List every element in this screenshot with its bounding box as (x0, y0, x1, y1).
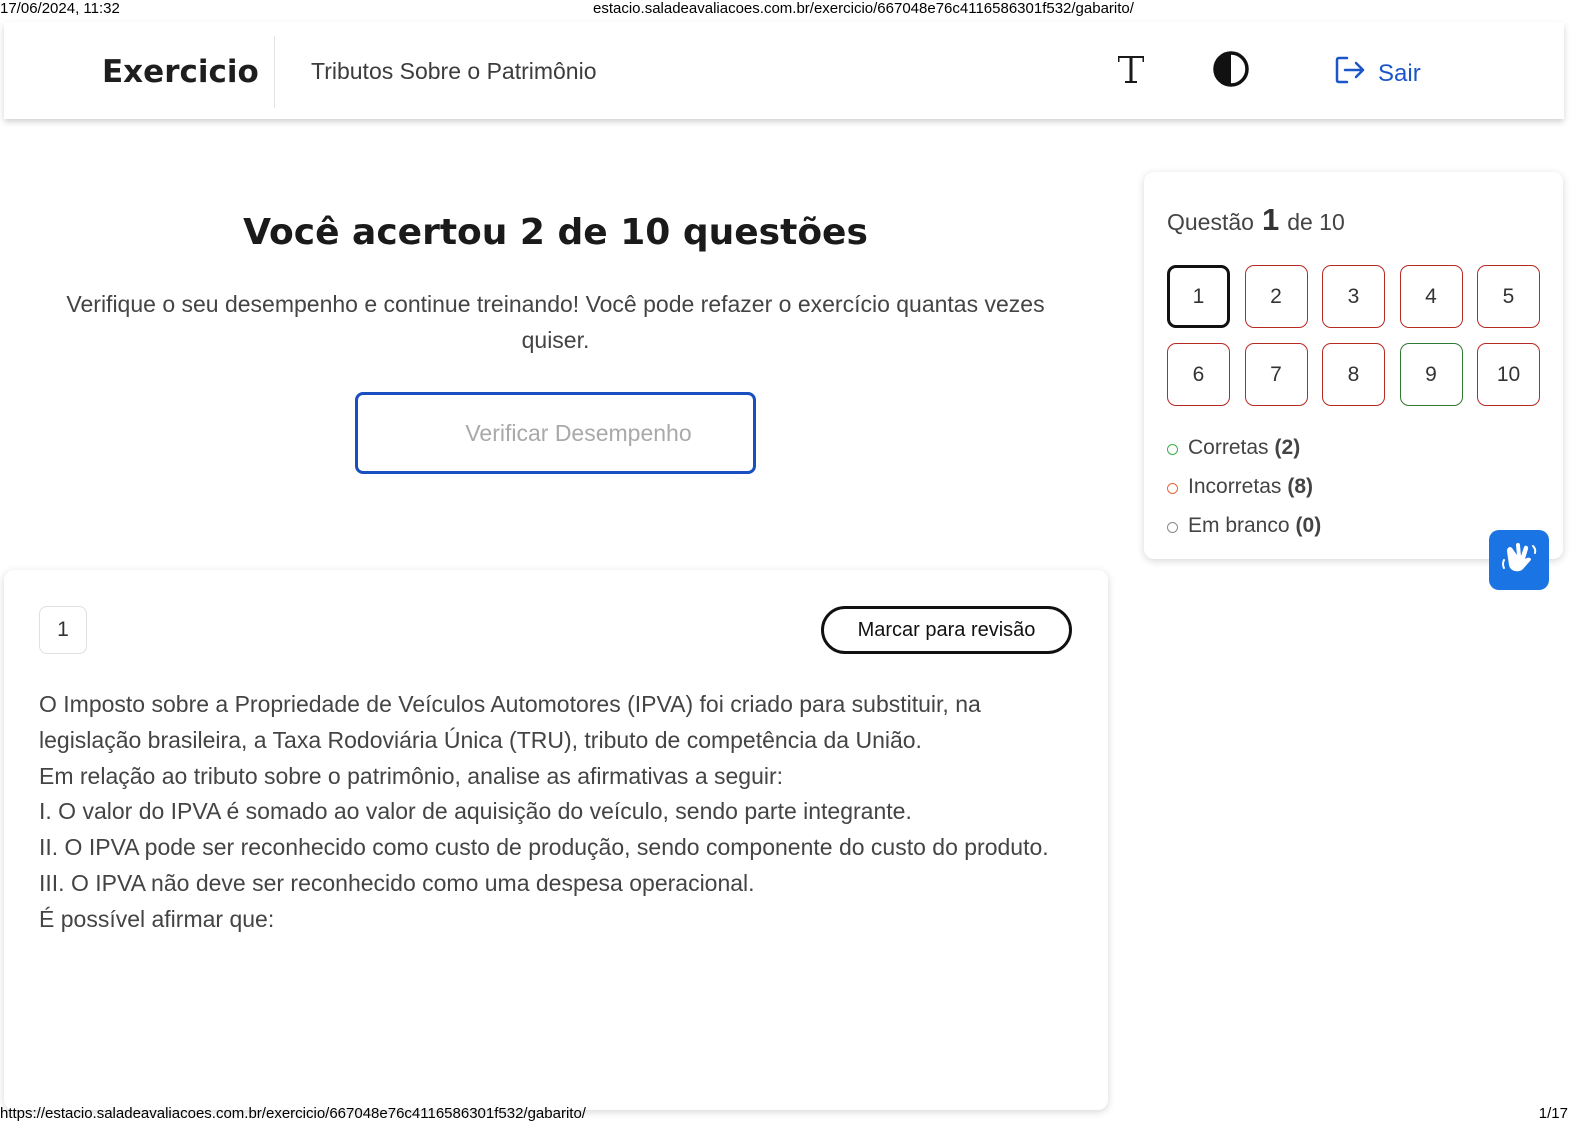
logout-button[interactable]: Sair (1334, 54, 1421, 93)
question-counter: Questão 1 de 10 (1167, 202, 1345, 238)
print-datetime: 17/06/2024, 11:32 (0, 0, 120, 17)
top-navbar: Exercicio Tributos Sobre o Patrimônio Sa… (4, 22, 1564, 119)
logout-label: Sair (1378, 59, 1421, 87)
question-button-8[interactable]: 8 (1322, 343, 1385, 406)
legend-dot-icon (1167, 521, 1178, 533)
result-title: Você acertou 2 de 10 questões (243, 212, 868, 253)
legend-label: Corretas (1188, 435, 1269, 459)
print-header-url: estacio.saladeavaliacoes.com.br/exercici… (593, 0, 1134, 17)
question-grid: 1 2 3 4 5 6 7 8 9 10 (1167, 265, 1540, 406)
question-button-1[interactable]: 1 (1167, 265, 1230, 328)
legend-item: Em branco (0) (1167, 506, 1321, 545)
header-divider (274, 36, 275, 108)
legend-item: Incorretas (8) (1167, 467, 1321, 506)
question-navigator: Questão 1 de 10 1 2 3 4 5 6 7 8 9 10 Corretas (2) I… (1144, 172, 1563, 559)
vlibras-button[interactable] (1489, 530, 1549, 590)
question-button-10[interactable]: 10 (1477, 343, 1540, 406)
question-button-5[interactable]: 5 (1477, 265, 1540, 328)
brand-title: Exercicio (102, 54, 259, 90)
question-statement: O Imposto sobre a Propriedade de Veículo… (39, 687, 1069, 938)
legend-count: (8) (1287, 474, 1314, 498)
contrast-button[interactable] (1208, 48, 1254, 94)
question-button-2[interactable]: 2 (1244, 265, 1308, 328)
question-button-4[interactable]: 4 (1399, 265, 1463, 328)
legend-label: Em branco (1188, 513, 1290, 537)
question-counter-current: 1 (1261, 202, 1280, 237)
font-size-button[interactable] (1108, 48, 1154, 94)
question-button-6[interactable]: 6 (1167, 343, 1230, 406)
question-paragraph: I. O valor do IPVA é somado ao valor de … (39, 798, 912, 825)
question-number-badge: 1 (39, 606, 87, 654)
print-footer-url: https://estacio.saladeavaliacoes.com.br/… (0, 1105, 586, 1122)
legend-dot-icon (1167, 443, 1178, 455)
legend-count: (0) (1295, 513, 1322, 537)
question-paragraph: É possível afirmar que: (39, 905, 275, 932)
question-paragraph: III. O IPVA não deve ser reconhecido com… (39, 869, 755, 896)
question-paragraph: II. O IPVA pode ser reconhecido como cus… (39, 834, 1049, 861)
question-paragraph: O Imposto sobre a Propriedade de Veículo… (39, 691, 981, 753)
legend-item: Corretas (2) (1167, 428, 1321, 467)
legend-count: (2) (1274, 435, 1301, 459)
question-button-9[interactable]: 9 (1399, 343, 1463, 406)
question-card: 1 Marcar para revisão O Imposto sobre a … (4, 570, 1108, 1110)
result-description: Verifique o seu desempenho e continue tr… (66, 291, 1045, 353)
verify-performance-button[interactable]: Verificar Desempenho (355, 392, 756, 474)
question-paragraph: Em relação ao tributo sobre o patrimônio… (39, 762, 784, 789)
question-button-3[interactable]: 3 (1322, 265, 1385, 328)
legend-dot-icon (1167, 482, 1178, 494)
font-size-icon (1116, 53, 1146, 90)
legend-label: Incorretas (1188, 474, 1282, 498)
mark-for-review-button[interactable]: Marcar para revisão (821, 606, 1072, 654)
question-counter-suffix: de 10 (1287, 209, 1345, 235)
subject-title: Tributos Sobre o Patrimônio (311, 58, 597, 84)
print-page-number: 1/17 (1538, 1105, 1568, 1122)
sign-language-icon (1499, 538, 1539, 583)
logout-icon (1334, 54, 1366, 93)
question-button-7[interactable]: 7 (1244, 343, 1308, 406)
contrast-icon (1212, 50, 1250, 93)
question-counter-prefix: Questão (1167, 209, 1254, 235)
status-legend: Corretas (2) Incorretas (8) Em branco (0) (1167, 428, 1321, 545)
